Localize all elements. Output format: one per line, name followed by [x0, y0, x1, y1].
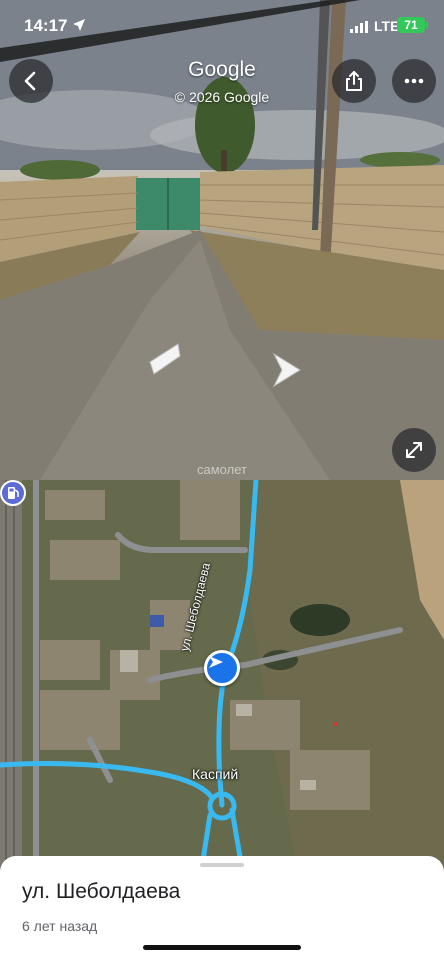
- bottom-sheet[interactable]: ул. Шеболдаева 6 лет назад: [0, 856, 444, 960]
- satellite-map[interactable]: ул. Шеболдаева Каспий: [0, 480, 444, 880]
- network-type: LTE: [374, 18, 400, 34]
- street-view-position-marker[interactable]: [204, 650, 240, 686]
- more-options-button[interactable]: [392, 59, 436, 103]
- street-view-screen: 14:17 LTE 71 Google © 2026 Google самоле…: [0, 0, 444, 960]
- capture-date: 6 лет назад: [22, 918, 98, 934]
- home-indicator[interactable]: [143, 945, 301, 950]
- street-view-panorama[interactable]: 14:17 LTE 71 Google © 2026 Google самоле…: [0, 0, 444, 480]
- status-time: 14:17: [24, 16, 68, 35]
- navigate-back-arrow[interactable]: [146, 342, 182, 376]
- street-view-copyright: © 2026 Google: [174, 89, 270, 105]
- battery-level: 71: [404, 18, 418, 32]
- gas-station-icon[interactable]: [0, 480, 26, 506]
- share-button[interactable]: [332, 59, 376, 103]
- battery-icon: 71: [397, 17, 425, 33]
- street-view-title: Google: [188, 58, 256, 81]
- place-title: ул. Шеболдаева: [22, 880, 181, 903]
- signal-icon: [350, 21, 368, 33]
- expand-icon: [406, 442, 422, 458]
- share-icon: [346, 71, 362, 91]
- status-bar: 14:17 LTE 71: [0, 0, 444, 52]
- direction-arrow-icon: [209, 656, 223, 668]
- navigate-forward-arrow[interactable]: [270, 352, 302, 388]
- sheet-drag-handle[interactable]: [200, 863, 244, 867]
- more-horizontal-icon: [404, 78, 424, 84]
- image-watermark: самолет: [197, 462, 247, 477]
- poi-label[interactable]: Каспий: [192, 766, 238, 782]
- location-arrow-icon: [73, 19, 85, 31]
- battery-tip: [426, 22, 428, 28]
